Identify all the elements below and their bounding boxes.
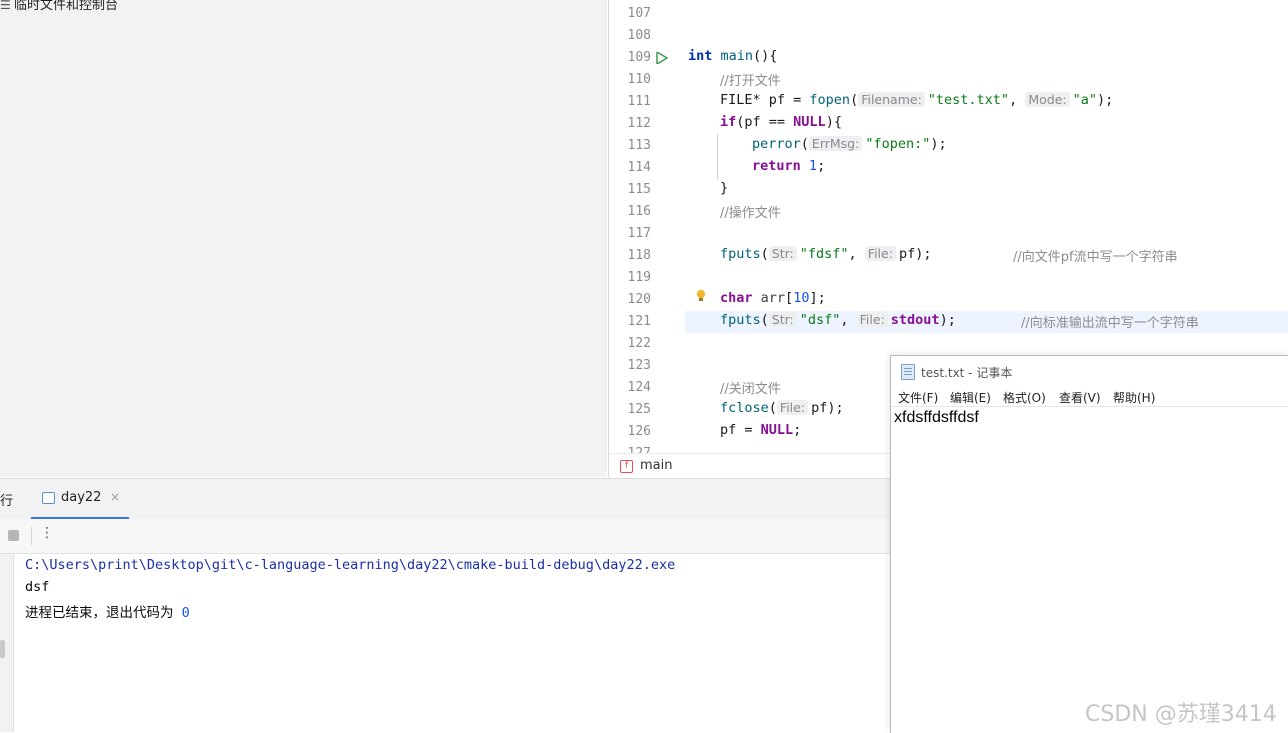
line-number-gutter: 107 108 109 110 111 112 113 114 115 116 … bbox=[609, 0, 685, 461]
menu-file[interactable]: 文件(F) bbox=[898, 389, 938, 406]
code-line-115: } bbox=[720, 180, 729, 196]
line-number: 124 bbox=[627, 380, 651, 395]
tab-day22[interactable]: day22 × bbox=[31, 479, 129, 520]
code-line-120: char arr[10]; bbox=[720, 290, 826, 306]
line-number: 113 bbox=[627, 138, 651, 153]
tab-label: day22 bbox=[61, 490, 102, 505]
tree-item-label: 临时文件和控制台 bbox=[14, 0, 119, 13]
tree-item-scratches[interactable]: ☰ 临时文件和控制台 bbox=[0, 0, 118, 13]
line-number: 120 bbox=[627, 292, 651, 307]
line-number: 117 bbox=[627, 226, 651, 241]
toolbar-separator bbox=[31, 527, 32, 545]
code-line-110: //打开文件 bbox=[720, 74, 781, 89]
breadcrumb-label: main bbox=[640, 458, 673, 473]
line-number: 116 bbox=[627, 204, 651, 219]
line-number: 107 bbox=[627, 6, 651, 21]
line-number: 125 bbox=[627, 402, 651, 417]
line-number: 114 bbox=[627, 160, 651, 175]
parameter-hint: Str: bbox=[768, 312, 797, 327]
menu-format[interactable]: 格式(O) bbox=[1003, 389, 1046, 406]
run-config-icon bbox=[42, 492, 55, 504]
notepad-title: test.txt - 记事本 bbox=[921, 366, 1013, 380]
notepad-window[interactable]: test.txt - 记事本 文件(F) 编辑(E) 格式(O) 查看(V) 帮… bbox=[890, 355, 1288, 733]
strip-handle[interactable] bbox=[0, 640, 5, 658]
code-line-112: if(pf == NULL){ bbox=[720, 114, 842, 130]
code-line-121: fputs(Str: "dsf", File: stdout);//向标准输出流中写… bbox=[720, 312, 1199, 331]
run-toolbar: ⋮ bbox=[0, 519, 890, 554]
line-number: 121 bbox=[627, 314, 651, 329]
code-line-113: perror(ErrMsg: "fopen:"); bbox=[752, 136, 947, 152]
line-number: 111 bbox=[627, 94, 651, 109]
notepad-text-area[interactable]: xfdsffdsffdsf bbox=[894, 409, 979, 427]
line-number: 123 bbox=[627, 358, 651, 373]
code-line-116: //操作文件 bbox=[720, 206, 781, 221]
parameter-hint: Str: bbox=[768, 246, 797, 261]
line-number: 110 bbox=[627, 72, 651, 87]
parameter-hint: File: bbox=[856, 312, 888, 327]
more-options-icon[interactable]: ⋮ bbox=[40, 525, 54, 541]
parameter-hint: File: bbox=[864, 246, 896, 261]
code-line-109: int main(){ bbox=[688, 48, 778, 64]
code-line-125: fclose(File: pf); bbox=[720, 400, 844, 416]
console-exit-line: 进程已结束，退出代码为 0 bbox=[25, 605, 190, 621]
close-icon[interactable]: × bbox=[110, 490, 120, 504]
code-line-114: return 1; bbox=[752, 158, 826, 174]
line-number: 126 bbox=[627, 424, 651, 439]
line-number: 119 bbox=[627, 270, 651, 285]
run-tool-window-header: 行 day22 × bbox=[0, 478, 890, 520]
parameter-hint: Filename: bbox=[858, 92, 925, 107]
function-icon: f bbox=[620, 460, 633, 473]
console-side-strip bbox=[0, 554, 14, 732]
line-number: 115 bbox=[627, 182, 651, 197]
run-panel-title: 行 bbox=[0, 494, 14, 509]
parameter-hint: ErrMsg: bbox=[808, 136, 863, 151]
code-line-124: //关闭文件 bbox=[720, 382, 781, 397]
console-output[interactable]: C:\Users\print\Desktop\git\c-language-le… bbox=[0, 554, 890, 732]
parameter-hint: File: bbox=[776, 400, 809, 415]
notepad-menubar: 文件(F) 编辑(E) 格式(O) 查看(V) 帮助(H) bbox=[891, 386, 1288, 407]
line-number: 108 bbox=[627, 28, 651, 43]
stop-icon[interactable] bbox=[8, 530, 19, 541]
menu-view[interactable]: 查看(V) bbox=[1059, 389, 1101, 406]
line-number: 109 bbox=[627, 50, 651, 65]
code-line-118: fputs(Str: "fdsf", File: pf);//向文件pf流中写一个字… bbox=[720, 246, 1178, 265]
code-line-126: pf = NULL; bbox=[720, 422, 802, 438]
menu-edit[interactable]: 编辑(E) bbox=[950, 389, 991, 406]
console-program-output: dsf bbox=[25, 579, 50, 595]
code-line-111: FILE* pf = fopen(Filename: "test.txt", Mo… bbox=[720, 92, 1114, 108]
watermark: CSDN @苏瑾3414 bbox=[1085, 702, 1277, 727]
run-gutter-icon[interactable] bbox=[656, 52, 668, 64]
console-command-path: C:\Users\print\Desktop\git\c-language-le… bbox=[25, 557, 676, 573]
parameter-hint: Mode: bbox=[1025, 92, 1070, 107]
scratches-icon: ☰ bbox=[0, 0, 11, 12]
line-number: 112 bbox=[627, 116, 651, 131]
notepad-titlebar[interactable]: test.txt - 记事本 bbox=[891, 356, 1288, 386]
line-number: 122 bbox=[627, 336, 651, 351]
menu-help[interactable]: 帮助(H) bbox=[1113, 389, 1155, 406]
line-number: 118 bbox=[627, 248, 651, 263]
project-pane: ☰ 临时文件和控制台 bbox=[0, 0, 607, 477]
notepad-icon bbox=[901, 364, 915, 380]
